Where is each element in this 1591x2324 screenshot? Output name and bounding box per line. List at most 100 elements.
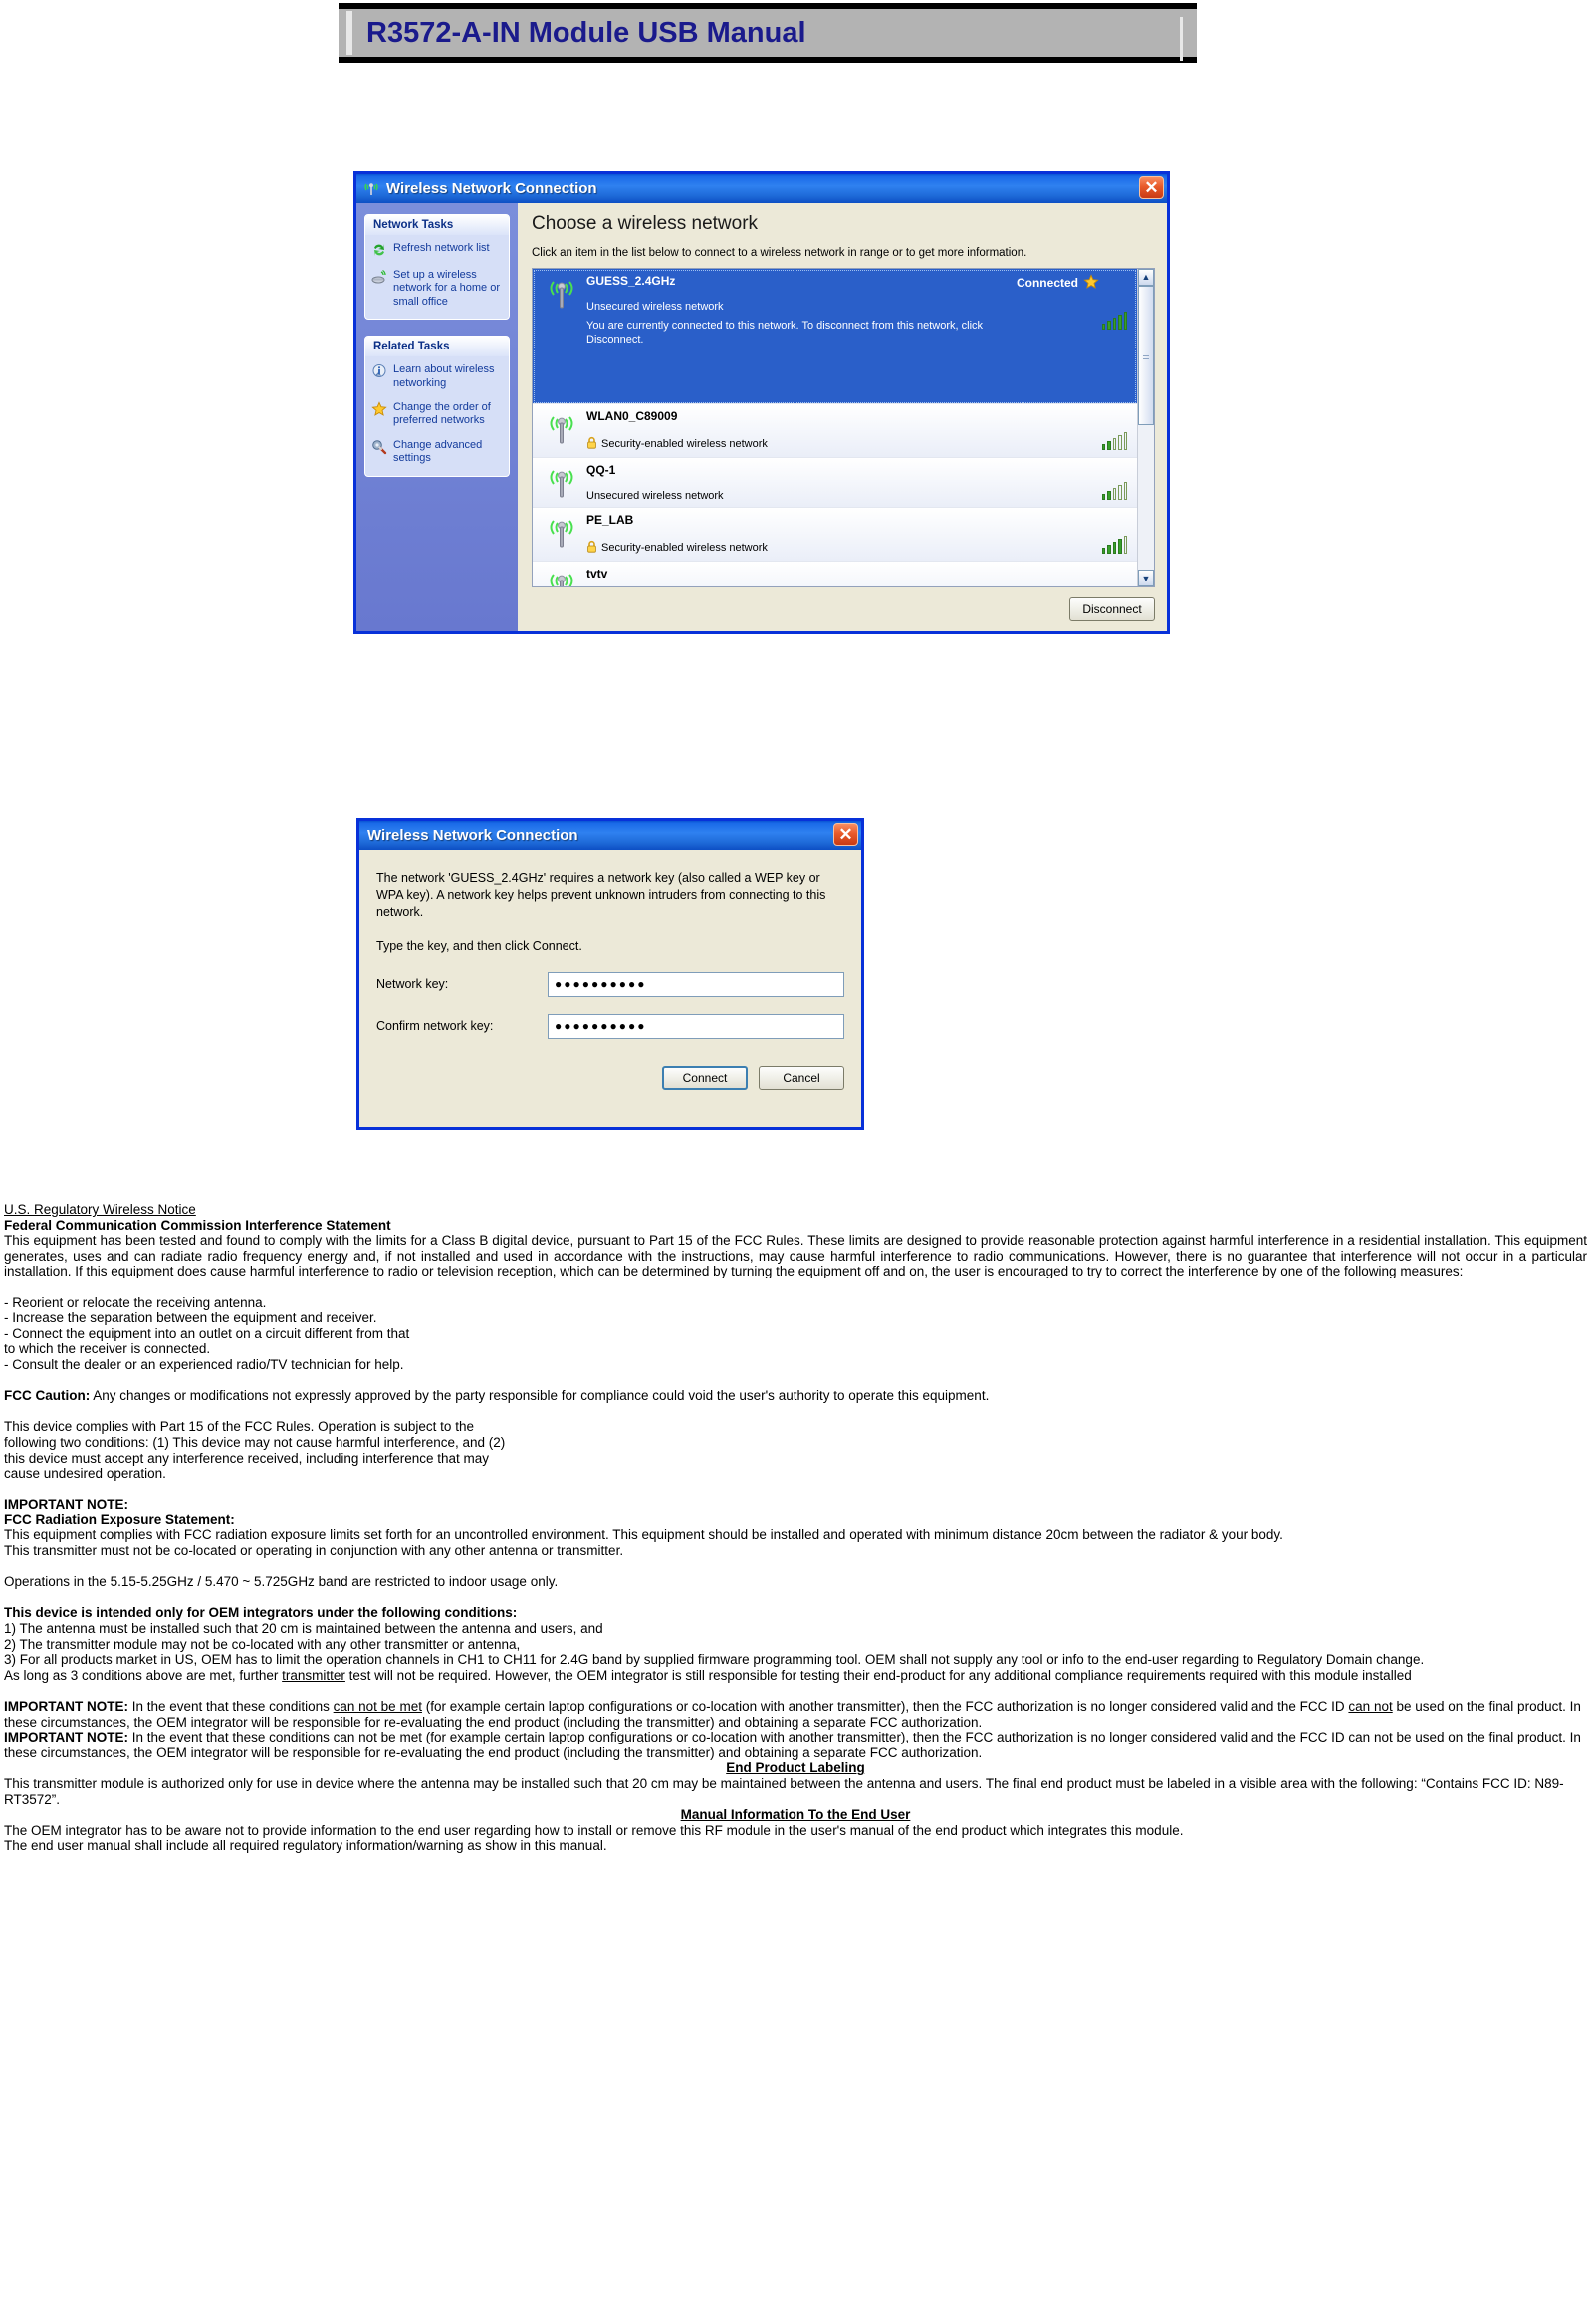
- oem-condition-3: 3) For all products market in US, OEM ha…: [4, 1652, 1425, 1668]
- oem-aslong-text-b: test will not be required. However, the …: [344, 1667, 1412, 1683]
- colocation-line: This transmitter must not be co-located …: [4, 1543, 624, 1559]
- network-security-label: Unsecured wireless network: [586, 489, 724, 502]
- network-list-item-wlan0[interactable]: WLAN0_C89009 Security-enabled wireless n…: [533, 403, 1137, 458]
- sidebar-item-learn-about-wireless-networking[interactable]: Learn about wireless networking: [371, 363, 503, 390]
- oem-aslong-text-a: As long as 3 conditions above are met, f…: [4, 1667, 283, 1683]
- regulatory-document: U.S. Regulatory Wireless Notice Federal …: [4, 1202, 1587, 1854]
- confirm-network-key-row: Confirm network key: ●●●●●●●●●●: [376, 1013, 844, 1039]
- wifi-signal-icon: [545, 516, 578, 552]
- manual-information-body: The OEM integrator has to be aware not t…: [4, 1822, 1184, 1838]
- manual-information-heading: Manual Information To the End User: [680, 1807, 911, 1823]
- important-note-underlined-1: can not be met: [333, 1699, 422, 1714]
- network-list-item-guess[interactable]: GUESS_2.4GHz Connected Unsecured wireles…: [533, 268, 1137, 404]
- sidebar-item-label: Set up a wireless network for a home or …: [393, 269, 500, 308]
- dialog-footer: Disconnect: [532, 587, 1155, 621]
- page-title: R3572-A-IN Module USB Manual: [366, 16, 806, 49]
- network-key-dialog[interactable]: Wireless Network Connection ✕ The networ…: [356, 818, 864, 1130]
- network-status-label: Connected: [1016, 276, 1078, 291]
- confirm-network-key-input[interactable]: ●●●●●●●●●●: [548, 1013, 844, 1039]
- key-dialog-description: The network 'GUESS_2.4GHz' requires a ne…: [376, 871, 826, 919]
- end-product-labeling-body: This transmitter module is authorized on…: [4, 1775, 1564, 1807]
- sidebar-item-change-order-preferred-networks[interactable]: Change the order of preferred networks: [371, 401, 503, 428]
- oem-conditions-heading: This device is intended only for OEM int…: [4, 1605, 518, 1621]
- fcc-radiation-heading: FCC Radiation Exposure Statement:: [4, 1511, 235, 1527]
- close-icon[interactable]: ✕: [1139, 176, 1164, 199]
- network-list-item-pelab[interactable]: PE_LAB Security-enabled wireless network: [533, 507, 1137, 562]
- network-key-label: Network key:: [376, 977, 449, 991]
- network-security: Security-enabled wireless network: [586, 540, 1127, 556]
- network-security-label: Unsecured wireless network: [586, 300, 724, 313]
- fcc-interference-body: This equipment has been tested and found…: [4, 1233, 1587, 1279]
- important-note-text-a: In the event that these conditions: [128, 1730, 334, 1745]
- signal-strength-bars: [1101, 311, 1127, 330]
- network-list-scrollbar[interactable]: ▲ ▼: [1137, 268, 1154, 586]
- sidebar-item-set-up-wireless-network[interactable]: Set up a wireless network for a home or …: [371, 269, 503, 309]
- window-titlebar[interactable]: Wireless Network Connection ✕: [359, 821, 861, 850]
- fcc-interference-heading: Federal Communication Commission Interfe…: [4, 1217, 391, 1233]
- disconnect-button[interactable]: Disconnect: [1069, 597, 1155, 621]
- scrollbar-track[interactable]: [1138, 285, 1154, 570]
- scrollbar-thumb[interactable]: [1138, 285, 1154, 425]
- sidebar-item-refresh-network-list[interactable]: Refresh network list: [371, 242, 503, 258]
- network-list[interactable]: GUESS_2.4GHz Connected Unsecured wireles…: [533, 268, 1137, 586]
- network-security: Unsecured wireless network: [586, 490, 1127, 502]
- lock-icon: [586, 436, 597, 452]
- page-header-banner: R3572-A-IN Module USB Manual: [339, 3, 1197, 63]
- network-ssid: tvtv: [586, 566, 608, 581]
- network-ssid: PE_LAB: [586, 512, 634, 527]
- window-titlebar[interactable]: Wireless Network Connection ✕: [356, 174, 1167, 203]
- network-key-input[interactable]: ●●●●●●●●●●: [548, 971, 844, 997]
- oem-condition-2: 2) The transmitter module may not be co-…: [4, 1636, 521, 1652]
- close-icon[interactable]: ✕: [833, 823, 858, 846]
- key-dialog-instruction: Type the key, and then click Connect.: [376, 938, 582, 953]
- wrench-icon: [371, 439, 387, 455]
- part15-line: cause undesired operation.: [4, 1466, 166, 1482]
- info-icon: [371, 363, 387, 379]
- sidebar-item-change-advanced-settings[interactable]: Change advanced settings: [371, 439, 503, 466]
- star-icon: [371, 401, 387, 417]
- fcc-caution-body: Any changes or modifications not express…: [90, 1388, 990, 1404]
- fcc-caution-label: FCC Caution:: [4, 1388, 91, 1404]
- important-note-paragraph-2: IMPORTANT NOTE: In the event that these …: [4, 1730, 1587, 1760]
- important-note-label: IMPORTANT NOTE:: [4, 1699, 128, 1714]
- cancel-button[interactable]: Cancel: [759, 1065, 844, 1090]
- related-tasks-heading: Related Tasks: [365, 337, 509, 357]
- important-note-text-a: In the event that these conditions: [128, 1699, 334, 1714]
- important-note-heading: IMPORTANT NOTE:: [4, 1497, 128, 1512]
- measure-item: - Connect the equipment into an outlet o…: [4, 1325, 410, 1341]
- confirm-network-key-label: Confirm network key:: [376, 1019, 494, 1033]
- pane-title: Choose a wireless network: [532, 213, 759, 234]
- network-security: Unsecured wireless network: [586, 301, 1127, 313]
- related-tasks-list: Learn about wireless networking Change t…: [365, 356, 509, 475]
- network-tasks-list: Refresh network list Set up a wireless n…: [365, 235, 509, 319]
- wireless-network-connection-window[interactable]: Wireless Network Connection ✕ Network Ta…: [353, 171, 1170, 634]
- network-security: Security-enabled wireless network: [586, 436, 1127, 452]
- network-key-row: Network key: ●●●●●●●●●●: [376, 971, 844, 997]
- connect-button[interactable]: Connect: [662, 1065, 748, 1090]
- dialog-body: The network 'GUESS_2.4GHz' requires a ne…: [359, 850, 861, 1104]
- task-sidebar: Network Tasks Refresh network list Set u…: [356, 203, 518, 631]
- network-tasks-heading: Network Tasks: [365, 215, 509, 235]
- related-tasks-group: Related Tasks Learn about wireless netwo…: [364, 336, 510, 477]
- network-status: Connected: [1017, 274, 1099, 293]
- header-right-rule: [1180, 17, 1183, 61]
- window-body: Network Tasks Refresh network list Set u…: [356, 203, 1167, 631]
- end-product-labeling-heading: End Product Labeling: [726, 1760, 865, 1776]
- wifi-signal-icon: [545, 570, 578, 586]
- refresh-icon: [371, 242, 387, 258]
- pane-instructions: Click an item in the list below to conne…: [532, 247, 1027, 259]
- network-security-label: Security-enabled wireless network: [601, 437, 768, 450]
- signal-strength-bars: [1101, 535, 1127, 554]
- signal-strength-bars: [1101, 431, 1127, 450]
- wifi-icon: [362, 180, 380, 198]
- scroll-up-icon[interactable]: ▲: [1138, 268, 1154, 286]
- important-note-text-b: (for example certain laptop configuratio…: [421, 1699, 1349, 1714]
- important-note-underlined-1: can not be met: [333, 1730, 422, 1745]
- lock-icon: [586, 540, 597, 556]
- manual-information-body-2: The end user manual shall include all re…: [4, 1838, 607, 1854]
- network-list-item-tvtv[interactable]: tvtv: [533, 561, 1137, 586]
- measure-item: - Increase the separation between the eq…: [4, 1310, 377, 1326]
- scroll-down-icon[interactable]: ▼: [1138, 570, 1154, 586]
- part15-line: following two conditions: (1) This devic…: [4, 1434, 506, 1450]
- network-list-item-qq1[interactable]: QQ-1 Unsecured wireless network: [533, 457, 1137, 508]
